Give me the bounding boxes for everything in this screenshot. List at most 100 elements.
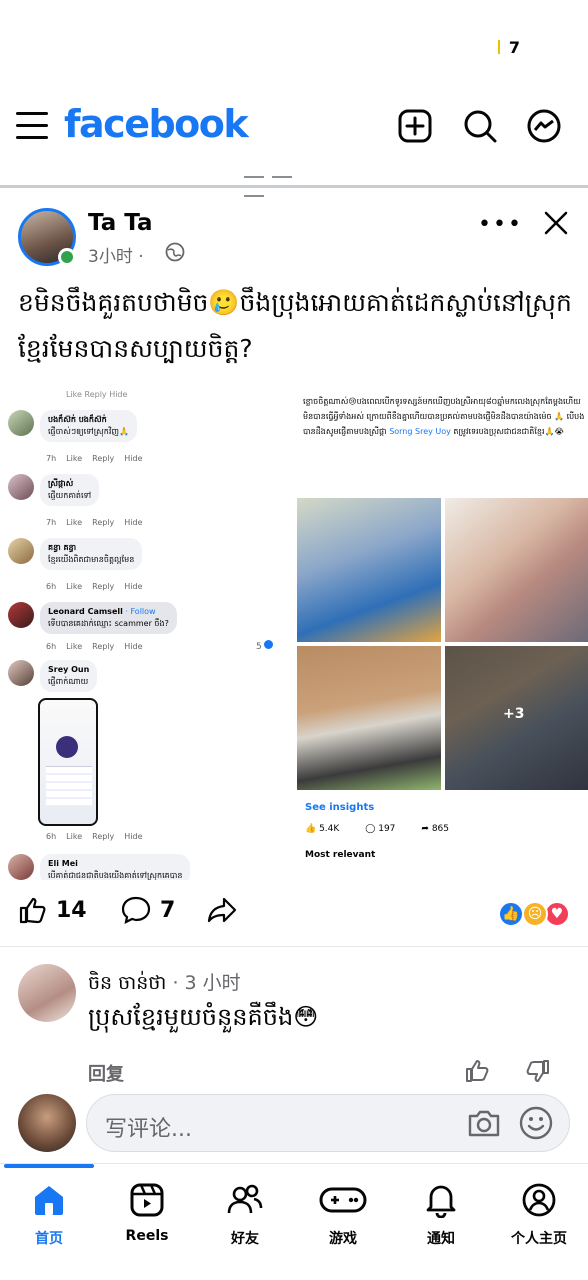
comment-text: ប្រុសខ្មែរមួយចំនួនគឺចឹង😳 bbox=[88, 1003, 319, 1031]
see-insights-link: See insights bbox=[305, 802, 375, 813]
camera-icon[interactable] bbox=[467, 1108, 501, 1138]
comment-composer: 写评论... bbox=[0, 1090, 588, 1160]
tab-home[interactable]: 首页 bbox=[0, 1182, 98, 1248]
embedded-bubble: Srey Oun ផ្ញើពាក់ណាយ bbox=[40, 660, 98, 692]
reels-icon bbox=[130, 1183, 164, 1217]
embedded-name: Srey Oun bbox=[48, 665, 90, 674]
gaming-icon bbox=[319, 1187, 367, 1213]
post-header: Ta Ta 3小时 · ••• bbox=[0, 200, 588, 274]
embedded-acts: Like Reply Hide bbox=[66, 390, 128, 399]
comment-input[interactable]: 写评论... bbox=[86, 1094, 570, 1152]
post-caption: ខមិនចឹងគួរតបថាមិច🥲ចឹងប្រុងអោយគាត់ដេកស្លា… bbox=[18, 288, 572, 363]
tab-reels[interactable]: Reels bbox=[98, 1182, 196, 1244]
facebook-logo[interactable]: facebook bbox=[64, 102, 249, 146]
top-app-bar: facebook bbox=[0, 90, 588, 170]
status-bar: 7 bbox=[0, 0, 588, 90]
messenger-icon[interactable] bbox=[526, 108, 562, 144]
embedded-post-screenshot: ខ្លោចចិត្តណាស់😢បងពេលបើកទូរទស្សន៍មកឃើញបងស… bbox=[297, 388, 588, 880]
close-icon[interactable] bbox=[543, 210, 569, 236]
sad-reaction-icon: ☹ bbox=[522, 901, 548, 927]
like-reaction-icon: 👍 bbox=[498, 901, 524, 927]
comment: ចិន ចាន់ថា · 3 小时 ប្រុសខ្មែរមួយចំនួនគឺចឹ… bbox=[0, 960, 588, 1090]
embedded-text: បើគាត់ជាជនជាតិបងយើងគាត់ទៅស្រុកគេបាន bbox=[48, 871, 183, 880]
like-button[interactable]: 14 bbox=[18, 895, 87, 925]
more-photos-count: +3 bbox=[503, 706, 525, 722]
embedded-stats: 👍 5.4K ◯ 197 ➦ 865 bbox=[305, 824, 450, 834]
reply-button[interactable]: 回复 bbox=[88, 1060, 124, 1086]
embedded-phone-screenshot bbox=[38, 698, 98, 826]
tab-label: 好友 bbox=[231, 1231, 259, 1247]
bell-icon bbox=[426, 1185, 456, 1218]
photo-thumbnail bbox=[445, 498, 588, 642]
active-tab-indicator bbox=[4, 1164, 94, 1168]
scroll-hint bbox=[244, 163, 324, 197]
embedded-reaction-count: 5 bbox=[256, 640, 273, 652]
embedded-avatar bbox=[8, 660, 34, 686]
commenter-name[interactable]: ចិន ចាន់ថា bbox=[88, 972, 166, 994]
commenter-avatar[interactable] bbox=[18, 964, 76, 1022]
comment-count: 7 bbox=[160, 897, 176, 923]
embedded-acts: 7h Like Reply Hide bbox=[46, 454, 143, 463]
comment-button[interactable]: 7 bbox=[120, 895, 175, 925]
home-icon bbox=[35, 1186, 63, 1215]
embedded-text: ផ្ញើចាស់ៗឲ្យទៅស្រុកវិញ🙏 bbox=[48, 427, 129, 436]
tab-profile[interactable]: 个人主页 bbox=[490, 1182, 588, 1248]
tab-label: 通知 bbox=[427, 1231, 455, 1247]
tab-gaming[interactable]: 游戏 bbox=[294, 1182, 392, 1248]
menu-icon[interactable] bbox=[16, 112, 48, 142]
embedded-name: បងក៏ស៊ក់ បងក៏ស៊ក់ bbox=[48, 415, 107, 424]
comment-dislike-icon[interactable] bbox=[524, 1058, 550, 1084]
embedded-text: ផ្ញើពាក់ណាយ bbox=[48, 677, 89, 686]
comment-time: · 3 小时 bbox=[172, 972, 241, 994]
my-avatar[interactable] bbox=[18, 1094, 76, 1152]
embedded-post-text: ខ្លោចចិត្តណាស់😢បងពេលបើកទូរទស្សន៍មកឃើញបងស… bbox=[303, 397, 585, 436]
profile-icon bbox=[522, 1183, 556, 1217]
emoji-icon[interactable] bbox=[519, 1106, 553, 1140]
embedded-acts: 6h Like Reply Hide bbox=[46, 832, 143, 841]
photo-thumbnail: +3 bbox=[445, 646, 588, 790]
follow-link: · Follow bbox=[125, 607, 156, 616]
embedded-avatar bbox=[8, 602, 34, 628]
embedded-tag: Sorng Srey Uoy bbox=[389, 427, 451, 436]
comment-placeholder: 写评论... bbox=[105, 1117, 192, 1142]
status-indicator: 7 bbox=[508, 38, 520, 57]
more-options-icon[interactable]: ••• bbox=[478, 212, 523, 237]
embedded-text: ទើបបានគេដាក់ឈ្មោះ scammer ចឹង? bbox=[48, 619, 169, 628]
embedded-text: ខ្មែរយើងពិតជាមានចិត្តល្អមែន bbox=[48, 555, 135, 564]
embedded-bubble: បងក៏ស៊ក់ បងក៏ស៊ក់ ផ្ញើចាស់ៗឲ្យទៅស្រុកវិញ… bbox=[40, 410, 137, 442]
author-name[interactable]: Ta Ta bbox=[88, 210, 153, 236]
embedded-avatar bbox=[8, 474, 34, 500]
embedded-comments-screenshot: Like Reply Hide បងក៏ស៊ក់ បងក៏ស៊ក់ ផ្ញើចា… bbox=[0, 388, 290, 880]
status-mark bbox=[498, 40, 500, 54]
comment-icon bbox=[121, 896, 151, 924]
post-image[interactable]: Like Reply Hide បងក៏ស៊ក់ បងក៏ស៊ក់ ផ្ញើចា… bbox=[0, 388, 588, 880]
divider bbox=[0, 185, 588, 188]
commenter-name-line: ចិន ចាន់ថា · 3 小时 bbox=[88, 968, 241, 999]
share-button[interactable] bbox=[206, 895, 246, 925]
post-time[interactable]: 3小时 · bbox=[88, 242, 144, 267]
tab-notifications[interactable]: 通知 bbox=[392, 1182, 490, 1248]
reaction-summary[interactable]: ♥ ☹ 👍 bbox=[498, 901, 570, 929]
embedded-acts: 7h Like Reply Hide bbox=[46, 518, 143, 527]
photo-thumbnail bbox=[297, 646, 441, 790]
embedded-sort: Most relevant bbox=[305, 850, 376, 860]
like-icon bbox=[19, 897, 46, 924]
like-count: 14 bbox=[56, 897, 87, 923]
create-icon[interactable] bbox=[397, 108, 433, 144]
share-icon bbox=[207, 897, 237, 923]
tab-friends[interactable]: 好友 bbox=[196, 1182, 294, 1248]
photo-thumbnail bbox=[297, 498, 441, 642]
embedded-text: ផ្ញើយកគាត់ទៅ bbox=[48, 491, 92, 500]
embedded-bubble: Leonard Camsell · Follow ទើបបានគេដាក់ឈ្ម… bbox=[40, 602, 177, 634]
comment-like-icon[interactable] bbox=[465, 1058, 491, 1084]
search-icon[interactable] bbox=[462, 108, 498, 144]
embedded-name: Leonard Camsell bbox=[48, 607, 123, 616]
embedded-avatar bbox=[8, 538, 34, 564]
friends-icon bbox=[227, 1184, 263, 1214]
embedded-bubble: គន្ធា គន្ធា ខ្មែរយើងពិតជាមានចិត្តល្អមែន bbox=[40, 538, 143, 570]
embedded-acts: 6h Like Reply Hide bbox=[46, 642, 143, 651]
tab-label: Reels bbox=[125, 1228, 169, 1244]
online-indicator bbox=[58, 248, 76, 266]
embedded-bubble: ស្រីផ្កាស់ ផ្ញើយកគាត់ទៅ bbox=[40, 474, 100, 506]
embedded-acts: 6h Like Reply Hide bbox=[46, 582, 143, 591]
